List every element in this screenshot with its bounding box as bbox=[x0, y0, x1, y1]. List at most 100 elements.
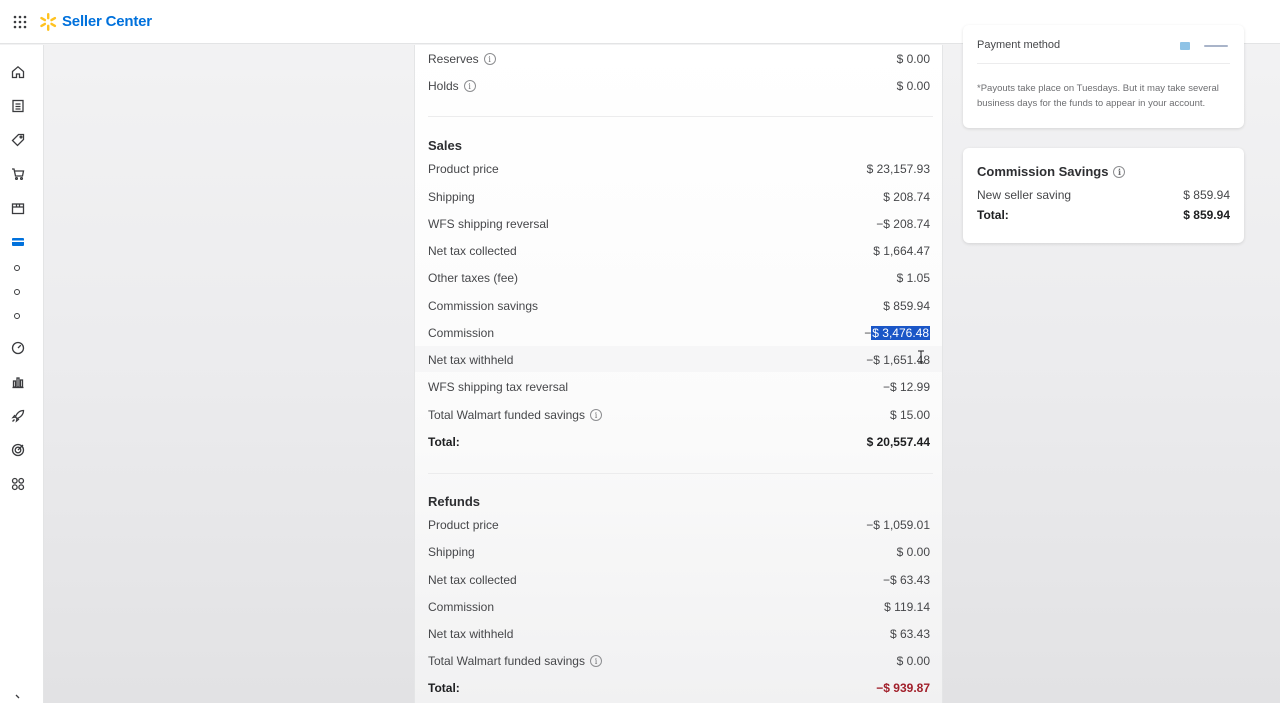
apps-icon[interactable] bbox=[9, 475, 27, 493]
refunds-row: Net tax collected −$ 63.43 bbox=[428, 569, 930, 591]
section-divider bbox=[428, 473, 933, 474]
sales-row: Shipping $ 208.74 bbox=[428, 186, 930, 208]
row-label: New seller saving bbox=[977, 188, 1072, 202]
payment-panel: Payment method *Payouts take place on Tu… bbox=[963, 25, 1244, 128]
expand-rail-icon[interactable] bbox=[9, 689, 27, 703]
refunds-row: Commission $ 119.14 bbox=[428, 596, 930, 618]
total-value: $ 20,557.44 bbox=[866, 435, 930, 449]
info-icon[interactable]: i bbox=[589, 655, 602, 667]
left-nav-rail bbox=[0, 45, 44, 703]
orders-icon[interactable] bbox=[9, 97, 27, 115]
row-label: Shipping bbox=[428, 545, 475, 559]
subnav-dot-2[interactable] bbox=[14, 289, 20, 295]
commission-savings-title: Commission Savings i bbox=[977, 164, 1126, 179]
row-value: −$ 63.43 bbox=[882, 573, 930, 587]
selected-text[interactable]: $ 3,476.48 bbox=[871, 326, 930, 340]
sales-row: WFS shipping tax reversal −$ 12.99 bbox=[428, 376, 930, 398]
home-icon[interactable] bbox=[9, 63, 27, 81]
payments-icon[interactable] bbox=[9, 233, 27, 251]
sales-row: Total Walmart funded savings i $ 15.00 bbox=[428, 404, 930, 426]
row-value: $ 208.74 bbox=[883, 190, 930, 204]
row-label: Net tax collected bbox=[428, 244, 517, 258]
subnav-dot-3[interactable] bbox=[14, 313, 20, 319]
total-value: −$ 939.87 bbox=[876, 681, 930, 695]
package-icon[interactable] bbox=[9, 199, 27, 217]
row-label: Commission bbox=[428, 326, 495, 340]
reserves-row: Reserves i $ 0.00 bbox=[428, 48, 930, 70]
sales-row: Product price $ 23,157.93 bbox=[428, 158, 930, 180]
total-label: Total: bbox=[977, 208, 1009, 222]
row-label: Total Walmart funded savings bbox=[428, 408, 585, 422]
holds-label: Holds bbox=[428, 79, 459, 93]
row-value: −$ 3,476.48 bbox=[864, 326, 930, 340]
sales-row-commission: Commission −$ 3,476.48 bbox=[428, 322, 930, 344]
walmart-spark-icon bbox=[40, 12, 57, 31]
payment-method-logos bbox=[1180, 42, 1230, 50]
refunds-row: Net tax withheld $ 63.43 bbox=[428, 623, 930, 645]
subnav-dot-1[interactable] bbox=[14, 265, 20, 271]
row-label: Commission savings bbox=[428, 299, 539, 313]
info-icon[interactable]: i bbox=[1113, 165, 1126, 178]
row-label: Total Walmart funded savings bbox=[428, 654, 585, 668]
commission-savings-panel: Commission Savings i New seller saving $… bbox=[963, 148, 1244, 243]
sales-title: Sales bbox=[428, 138, 462, 153]
analytics-icon[interactable] bbox=[9, 373, 27, 391]
total-label: Total: bbox=[428, 435, 460, 449]
row-value: $ 119.14 bbox=[884, 600, 930, 614]
row-value: $ 23,157.93 bbox=[866, 162, 930, 176]
row-value: −$ 12.99 bbox=[882, 380, 930, 394]
sales-row: WFS shipping reversal −$ 208.74 bbox=[428, 213, 930, 235]
info-icon[interactable]: i bbox=[463, 80, 476, 92]
row-value: $ 0.00 bbox=[896, 545, 930, 559]
sales-row: Net tax withheld −$ 1,651.48 bbox=[428, 349, 930, 371]
row-label: WFS shipping tax reversal bbox=[428, 380, 569, 394]
sales-row: Net tax collected $ 1,664.47 bbox=[428, 240, 930, 262]
sales-row: Commission savings $ 859.94 bbox=[428, 295, 930, 317]
reserves-label: Reserves bbox=[428, 52, 479, 66]
row-value: $ 0.00 bbox=[896, 654, 930, 668]
section-divider bbox=[428, 116, 933, 117]
seller-center-logo[interactable]: Seller Center bbox=[38, 12, 152, 32]
row-value: −$ 208.74 bbox=[876, 217, 930, 231]
target-icon[interactable] bbox=[9, 441, 27, 459]
bank-icon bbox=[1180, 42, 1190, 50]
total-label: Total: bbox=[428, 681, 460, 695]
row-label: Shipping bbox=[428, 190, 475, 204]
refunds-total-row: Total: −$ 939.87 bbox=[428, 677, 930, 699]
cart-icon[interactable] bbox=[9, 165, 27, 183]
payment-method-label: Payment method bbox=[977, 39, 1061, 51]
refunds-title: Refunds bbox=[428, 494, 480, 509]
row-value: −$ 1,059.01 bbox=[866, 518, 930, 532]
statement-card: Reserves i $ 0.00 Holds i $ 0.00 Sales Pro… bbox=[414, 45, 943, 703]
reserves-value: $ 0.00 bbox=[896, 52, 930, 66]
row-label: Product price bbox=[428, 162, 499, 176]
payoneer-logo-icon bbox=[1204, 45, 1228, 47]
commission-savings-title-text: Commission Savings bbox=[977, 164, 1109, 179]
text-cursor-icon bbox=[918, 350, 924, 364]
sales-row: Other taxes (fee) $ 1.05 bbox=[428, 267, 930, 289]
gauge-icon[interactable] bbox=[9, 339, 27, 357]
refunds-row: Total Walmart funded savings i $ 0.00 bbox=[428, 650, 930, 672]
apps-grid-icon[interactable] bbox=[10, 12, 30, 32]
info-icon[interactable]: i bbox=[589, 409, 602, 421]
refunds-row: Shipping $ 0.00 bbox=[428, 541, 930, 563]
row-label: Net tax collected bbox=[428, 573, 517, 587]
commission-total-row: Total: $ 859.94 bbox=[977, 208, 1230, 222]
total-value: $ 859.94 bbox=[1183, 208, 1230, 222]
tag-icon[interactable] bbox=[9, 131, 27, 149]
row-label: Commission bbox=[428, 600, 495, 614]
new-seller-saving-row: New seller saving $ 859.94 bbox=[977, 188, 1230, 202]
rocket-icon[interactable] bbox=[9, 407, 27, 425]
app-title: Seller Center bbox=[62, 13, 152, 30]
row-label: Product price bbox=[428, 518, 499, 532]
row-label: Other taxes (fee) bbox=[428, 271, 519, 285]
info-icon[interactable]: i bbox=[483, 53, 496, 65]
row-value: $ 859.94 bbox=[883, 299, 930, 313]
row-value: $ 1,664.47 bbox=[873, 244, 930, 258]
panel-divider bbox=[977, 63, 1230, 64]
row-value: $ 859.94 bbox=[1183, 188, 1230, 202]
row-label: Net tax withheld bbox=[428, 353, 514, 367]
row-value: $ 1.05 bbox=[896, 271, 930, 285]
payout-note: *Payouts take place on Tuesdays. But it … bbox=[977, 83, 1219, 109]
sales-total-row: Total: $ 20,557.44 bbox=[428, 431, 930, 453]
